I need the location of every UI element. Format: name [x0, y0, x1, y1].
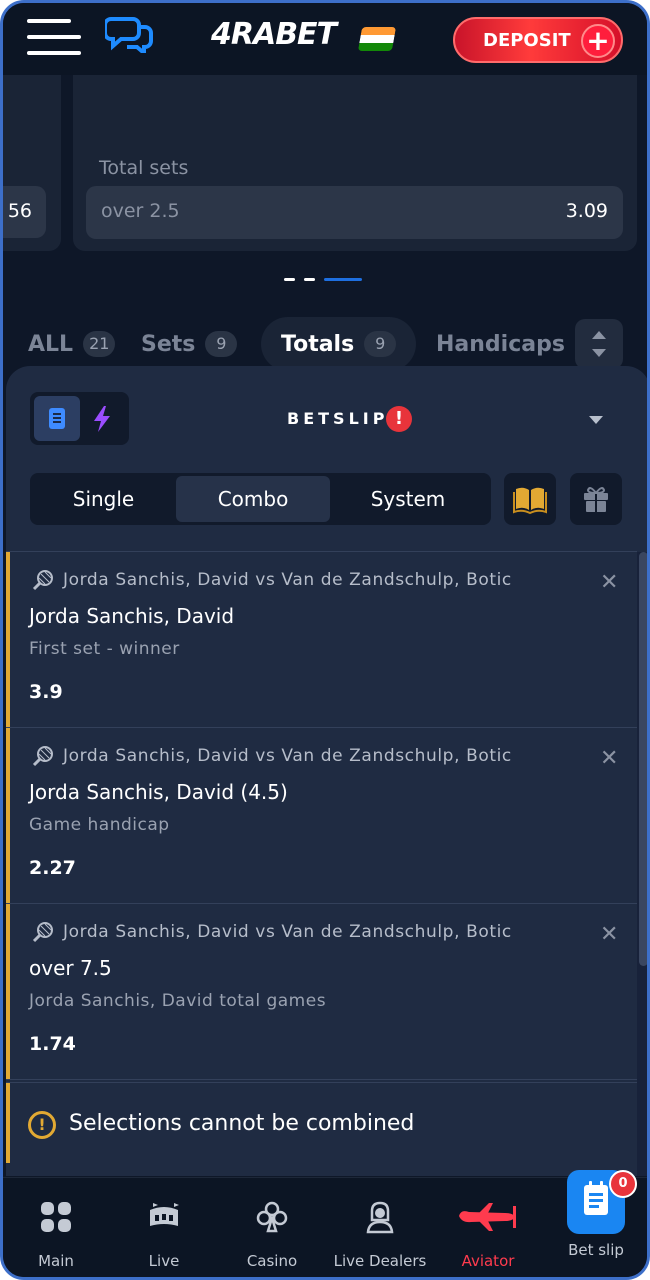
odd-value-prev: 56	[7, 200, 32, 222]
plus-icon: +	[581, 24, 615, 58]
bet-match: Jorda Sanchis, David vs Van de Zandschul…	[63, 746, 512, 766]
odd-label: over 2.5	[101, 200, 180, 222]
tab-totals[interactable]: Totals 9	[261, 317, 417, 371]
bet-market: Jorda Sanchis, David total games	[29, 991, 327, 1011]
bottom-nav: Main Live Casino Live Dealers Aviator	[3, 1177, 647, 1277]
bet-match: Jorda Sanchis, David vs Van de Zandschul…	[63, 922, 512, 942]
bet-error-marker	[6, 904, 10, 1079]
nav-label: Live Dealers	[333, 1252, 427, 1270]
chat-icon[interactable]	[105, 15, 155, 53]
deposit-label: DEPOSIT	[483, 30, 571, 51]
deposit-button[interactable]: DEPOSIT +	[453, 17, 623, 63]
bet-item: Jorda Sanchis, David vs Van de Zandschul…	[6, 727, 637, 904]
lightning-icon[interactable]	[88, 404, 116, 434]
betslip-fab-label: Bet slip	[568, 1241, 624, 1259]
bonus-button[interactable]	[570, 473, 622, 525]
close-icon[interactable]: ✕	[600, 746, 618, 771]
tab-label: Totals	[281, 331, 355, 357]
india-flag-icon	[357, 27, 397, 51]
betslip-count-badge: 0	[609, 1170, 637, 1198]
club-icon	[256, 1201, 288, 1233]
carousel-dot[interactable]	[284, 278, 295, 281]
odd-button-prev[interactable]: 56	[3, 186, 46, 238]
bet-selection: Jorda Sanchis, David	[29, 604, 235, 628]
bet-market: First set - winner	[29, 639, 180, 659]
tab-all[interactable]: ALL 21	[28, 317, 116, 371]
tab-handicaps[interactable]: Handicaps	[436, 317, 565, 371]
odd-button[interactable]: over 2.5 3.09	[86, 186, 623, 239]
tab-sets[interactable]: Sets 9	[141, 317, 238, 371]
betslip-mode-switch	[30, 392, 129, 445]
tab-count: 9	[364, 331, 397, 357]
bet-type-tabs: Single Combo System	[30, 473, 491, 525]
nav-label: Casino	[246, 1252, 298, 1270]
warning-icon: !	[28, 1111, 56, 1139]
nav-live[interactable]: Live	[109, 1194, 219, 1270]
tab-single[interactable]: Single	[33, 476, 174, 522]
menu-icon[interactable]	[27, 19, 81, 57]
gift-icon	[584, 487, 608, 512]
bet-market: Game handicap	[29, 815, 170, 835]
bet-selection: Jorda Sanchis, David (4.5)	[29, 780, 288, 804]
nav-label: Live	[148, 1252, 180, 1270]
warning-marker	[6, 1083, 10, 1163]
tab-label: ALL	[28, 331, 74, 357]
rules-button[interactable]	[504, 473, 556, 525]
tennis-icon	[32, 746, 53, 767]
tab-system[interactable]: System	[332, 476, 484, 522]
app-frame: 4RABET DEPOSIT + 56 Total sets over 2.5 …	[0, 0, 650, 1280]
tennis-icon	[32, 570, 53, 591]
tab-label: Sets	[141, 331, 196, 357]
betslip-title: BETSLIP	[287, 409, 389, 428]
bets-list: Jorda Sanchis, David vs Van de Zandschul…	[6, 551, 637, 1080]
nav-label: Aviator	[461, 1252, 515, 1270]
warning-text: Selections cannot be combined	[69, 1111, 415, 1136]
carousel-dot[interactable]	[304, 278, 315, 281]
stadium-icon	[150, 1203, 179, 1226]
bet-odd: 1.74	[29, 1033, 76, 1055]
betslip-panel: BETSLIP ! Single Combo System Jorda Sanc…	[6, 366, 647, 1176]
bet-item: Jorda Sanchis, David vs Van de Zandschul…	[6, 551, 637, 728]
slip-mode-button[interactable]	[34, 396, 80, 441]
book-icon	[513, 487, 547, 515]
dealer-icon	[366, 1201, 394, 1234]
top-header: 4RABET DEPOSIT +	[3, 3, 647, 75]
tab-count: 21	[83, 331, 116, 357]
combo-warning: ! Selections cannot be combined	[6, 1082, 637, 1163]
collapse-arrows-icon	[592, 331, 606, 357]
close-icon[interactable]: ✕	[600, 922, 618, 947]
bet-item: Jorda Sanchis, David vs Van de Zandschul…	[6, 903, 637, 1080]
nav-label: Main	[38, 1252, 74, 1270]
brand-logo[interactable]: 4RABET	[211, 17, 337, 52]
document-icon	[49, 408, 65, 429]
tab-label: Handicaps	[436, 331, 565, 357]
close-icon[interactable]: ✕	[600, 570, 618, 595]
alert-icon[interactable]: !	[386, 406, 412, 432]
odd-value: 3.09	[565, 200, 608, 222]
bet-match: Jorda Sanchis, David vs Van de Zandschul…	[63, 570, 512, 590]
nav-aviator[interactable]: Aviator	[433, 1194, 543, 1270]
plane-icon	[459, 1203, 516, 1231]
bet-odd: 3.9	[29, 681, 63, 703]
carousel-dot-active[interactable]	[324, 278, 362, 281]
nav-live-dealers[interactable]: Live Dealers	[325, 1194, 435, 1270]
bet-error-marker	[6, 552, 10, 727]
chevron-down-icon[interactable]	[589, 416, 603, 424]
tab-combo[interactable]: Combo	[176, 476, 330, 522]
nav-casino[interactable]: Casino	[217, 1194, 327, 1270]
bet-selection: over 7.5	[29, 956, 112, 980]
nav-main[interactable]: Main	[3, 1194, 111, 1270]
bet-odd: 2.27	[29, 857, 76, 879]
tennis-icon	[32, 922, 53, 943]
scrollbar-thumb[interactable]	[639, 552, 647, 966]
betslip-scrollbar[interactable]	[637, 552, 647, 1176]
collapse-markets-button[interactable]	[575, 319, 623, 369]
tab-count: 9	[205, 331, 238, 357]
market-title: Total sets	[99, 157, 189, 179]
grid-icon	[41, 1202, 71, 1232]
bet-error-marker	[6, 728, 10, 903]
